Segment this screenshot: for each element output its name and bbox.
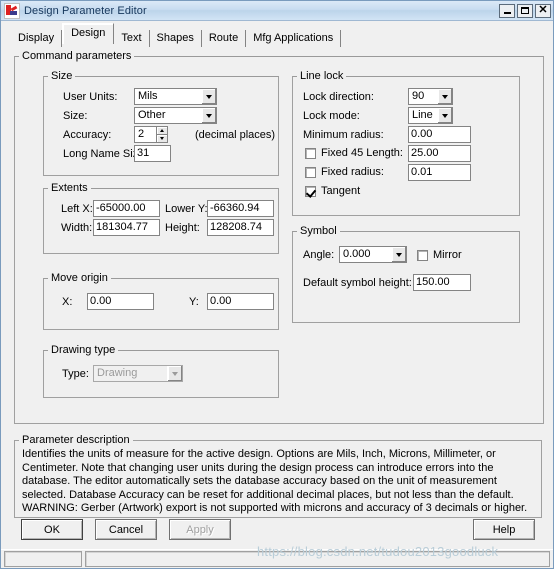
fixed-45-length-label: Fixed 45 Length: — [321, 147, 403, 159]
group-symbol: Symbol — [292, 225, 520, 323]
checkbox-checked-icon — [305, 185, 316, 197]
tab-display[interactable]: Display — [11, 30, 63, 47]
size-label: Size: — [63, 110, 88, 122]
lock-mode-value: Line — [412, 109, 433, 121]
move-origin-x-input[interactable]: 0.00 — [87, 293, 154, 310]
group-command-parameters-legend: Command parameters — [22, 50, 132, 62]
status-pane-left — [4, 551, 82, 567]
checkbox-icon — [417, 249, 428, 261]
lower-y-label: Lower Y: — [165, 203, 208, 215]
tab-design[interactable]: Design — [62, 23, 115, 44]
minimize-icon[interactable] — [499, 3, 515, 18]
height-label: Height: — [165, 222, 200, 234]
accuracy-stepper-buttons[interactable] — [156, 126, 168, 143]
dialog-button-bar: OK Cancel Apply Help — [9, 519, 545, 549]
group-line-lock-legend: Line lock — [300, 70, 344, 82]
ok-button[interactable]: OK — [21, 519, 83, 540]
move-origin-y-input[interactable]: 0.00 — [207, 293, 274, 310]
fixed-radius-label: Fixed radius: — [321, 166, 384, 178]
long-name-size-input[interactable]: 31 — [134, 145, 171, 162]
tangent-label: Tangent — [321, 185, 361, 197]
parameter-description-text: Identifies the units of measure for the … — [22, 448, 528, 514]
mirror-label: Mirror — [433, 249, 462, 261]
help-button[interactable]: Help — [473, 519, 535, 540]
drawing-type-value: Drawing — [97, 367, 138, 379]
lower-y-input[interactable]: -66360.94 — [207, 200, 274, 217]
user-units-combo[interactable]: Mils — [134, 88, 217, 105]
group-size-legend: Size — [51, 70, 73, 82]
group-extents: Extents — [43, 182, 279, 254]
tab-shapes[interactable]: Shapes — [150, 30, 202, 47]
accuracy-label: Accuracy: — [63, 129, 112, 141]
group-symbol-legend: Symbol — [300, 225, 337, 237]
window-controls: ✕ — [499, 3, 551, 18]
maximize-icon[interactable] — [517, 3, 533, 18]
tab-strip: Display Design Text Shapes Route Mfg App… — [11, 23, 553, 47]
chevron-down-icon — [167, 366, 182, 381]
left-x-input[interactable]: -65000.00 — [93, 200, 160, 217]
group-parameter-description: Parameter description Identifies the uni… — [14, 434, 542, 518]
fixed-radius-input[interactable]: 0.01 — [408, 164, 471, 181]
tab-route[interactable]: Route — [202, 30, 247, 47]
chevron-down-icon — [201, 89, 216, 104]
user-units-value: Mils — [138, 90, 158, 102]
checkbox-icon — [305, 166, 316, 178]
angle-value: 0.000 — [343, 248, 371, 260]
chevron-down-icon — [437, 89, 452, 104]
apply-button: Apply — [169, 519, 231, 540]
fixed-radius-checkbox[interactable]: Fixed radius: — [305, 166, 384, 178]
width-input[interactable]: 181304.77 — [93, 219, 160, 236]
stepper-up-icon[interactable] — [156, 126, 168, 134]
group-drawing-type-legend: Drawing type — [51, 344, 116, 356]
move-origin-x-label: X: — [62, 296, 73, 308]
lock-direction-label: Lock direction: — [303, 91, 374, 103]
stepper-down-icon[interactable] — [156, 134, 168, 143]
user-units-label: User Units: — [63, 91, 118, 103]
status-pane-main — [85, 551, 550, 567]
default-symbol-height-input[interactable]: 150.00 — [413, 274, 471, 291]
lock-direction-value: 90 — [412, 90, 425, 102]
checkbox-icon — [305, 147, 316, 159]
drawing-type-combo: Drawing — [93, 365, 183, 382]
lock-direction-combo[interactable]: 90 — [408, 88, 453, 105]
design-parameter-editor-window: Design Parameter Editor ✕ Display Design… — [0, 0, 554, 569]
mirror-checkbox[interactable]: Mirror — [417, 249, 462, 261]
tab-panel-design: Command parameters Size User Units: Mils… — [9, 46, 545, 519]
close-icon[interactable]: ✕ — [535, 3, 551, 18]
chevron-down-icon — [391, 247, 406, 262]
tab-mfg-applications[interactable]: Mfg Applications — [246, 30, 342, 47]
lock-mode-label: Lock mode: — [303, 110, 360, 122]
group-extents-legend: Extents — [51, 182, 88, 194]
accuracy-stepper[interactable]: 2 — [134, 126, 168, 143]
lock-mode-combo[interactable]: Line — [408, 107, 453, 124]
cancel-button[interactable]: Cancel — [95, 519, 157, 540]
fixed-45-length-input[interactable]: 25.00 — [408, 145, 471, 162]
angle-label: Angle: — [303, 249, 335, 261]
angle-combo[interactable]: 0.000 — [339, 246, 407, 263]
accuracy-suffix-label: (decimal places) — [195, 129, 276, 141]
tab-text[interactable]: Text — [114, 30, 150, 47]
accuracy-value: 2 — [134, 126, 156, 143]
width-label: Width: — [61, 222, 93, 234]
title-bar: Design Parameter Editor ✕ — [1, 1, 553, 21]
default-symbol-height-label: Default symbol height: — [303, 277, 412, 289]
drawing-type-label: Type: — [62, 368, 89, 380]
status-bar — [1, 549, 553, 568]
fixed-45-length-checkbox[interactable]: Fixed 45 Length: — [305, 147, 403, 159]
window-title: Design Parameter Editor — [24, 4, 147, 17]
minimum-radius-label: Minimum radius: — [303, 129, 384, 141]
left-x-label: Left X: — [61, 203, 93, 215]
tangent-checkbox[interactable]: Tangent — [305, 185, 360, 197]
group-move-origin-legend: Move origin — [51, 272, 108, 284]
height-input[interactable]: 128208.74 — [207, 219, 274, 236]
chevron-down-icon — [437, 108, 452, 123]
size-value: Other — [138, 109, 166, 121]
app-icon — [4, 2, 20, 19]
size-combo[interactable]: Other — [134, 107, 217, 124]
move-origin-y-label: Y: — [189, 296, 199, 308]
chevron-down-icon — [201, 108, 216, 123]
group-parameter-description-legend: Parameter description — [22, 434, 130, 446]
minimum-radius-input[interactable]: 0.00 — [408, 126, 471, 143]
